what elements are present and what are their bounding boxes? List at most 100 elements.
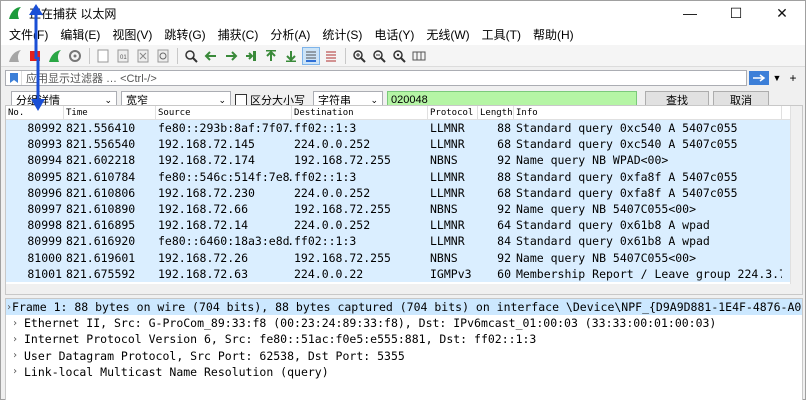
zoom-in-icon[interactable] xyxy=(351,48,367,64)
packet-list[interactable]: No. Time Source Destination Protocol Len… xyxy=(5,105,803,295)
cell-dst: ff02::1:3 xyxy=(294,234,357,249)
cell-info: Name query NB 5407C055<00> xyxy=(516,201,697,216)
reload-icon[interactable] xyxy=(155,48,171,64)
toolbar-separator xyxy=(89,47,90,64)
cell-len: 84 xyxy=(497,234,511,249)
menu-capture[interactable]: 捕获(C) xyxy=(212,25,265,45)
cell-len: 60 xyxy=(497,266,511,281)
menu-wireless[interactable]: 无线(W) xyxy=(420,25,475,45)
menu-view[interactable]: 视图(V) xyxy=(106,25,158,45)
cell-info: Standard query 0xfa8f A 5407c055 xyxy=(516,185,738,200)
menu-help[interactable]: 帮助(H) xyxy=(527,25,580,45)
go-back-icon[interactable] xyxy=(203,48,219,64)
cell-src: 192.168.72.230 xyxy=(158,185,255,200)
cell-src: 192.168.72.14 xyxy=(158,218,249,233)
resize-columns-icon[interactable] xyxy=(411,48,427,64)
table-row[interactable]: 80998 821.616895 192.168.72.14 224.0.0.252 L… xyxy=(6,217,802,234)
table-row[interactable]: 80999 821.616920 fe80::6460:18a3:e8d… ff02:… xyxy=(6,233,802,250)
table-row[interactable]: 80996 821.610806 192.168.72.230 224.0.0.252… xyxy=(6,184,802,201)
restart-capture-icon[interactable] xyxy=(47,48,63,64)
col-source[interactable]: Source xyxy=(156,106,292,119)
menu-go[interactable]: 跳转(G) xyxy=(158,25,211,45)
filter-history-dropdown-icon[interactable]: ▼ xyxy=(769,70,785,86)
cell-no: 81001 xyxy=(27,266,62,281)
go-to-packet-icon[interactable] xyxy=(243,48,259,64)
detail-tree-label: Ethernet II, Src: G-ProCom_89:33:f8 (00:… xyxy=(24,316,717,331)
cell-dst: 224.0.0.252 xyxy=(294,185,371,200)
packet-list-header: No. Time Source Destination Protocol Len… xyxy=(6,106,802,120)
cell-src: fe80::546c:514f:7e8… xyxy=(158,169,292,184)
cell-proto: LLMNR xyxy=(430,137,465,152)
close-button[interactable]: ✕ xyxy=(759,1,805,25)
cell-time: 821.556410 xyxy=(66,121,136,135)
col-destination[interactable]: Destination xyxy=(292,106,428,119)
apply-filter-arrow-icon[interactable] xyxy=(749,71,769,85)
col-info[interactable]: Info xyxy=(514,106,782,119)
cell-src: fe80::293b:8af:7f07… xyxy=(158,121,292,135)
detail-tree-item[interactable]: › Link-local Multicast Name Resolution (q… xyxy=(6,364,802,380)
table-row[interactable]: 81000 821.619601 192.168.72.26 192.168.72.2… xyxy=(6,249,802,266)
menu-analyze[interactable]: 分析(A) xyxy=(264,25,316,45)
table-row[interactable]: 80994 821.602218 192.168.72.174 192.168.72.… xyxy=(6,152,802,169)
colorize-icon[interactable] xyxy=(323,48,339,64)
start-capture-icon[interactable] xyxy=(7,48,23,64)
find-packet-icon[interactable] xyxy=(183,48,199,64)
chevron-right-icon[interactable]: › xyxy=(6,350,24,361)
detail-tree-item[interactable]: › Internet Protocol Version 6, Src: fe80:… xyxy=(6,331,802,347)
table-row[interactable]: 80995 821.610784 fe80::546c:514f:7e8… ff02:… xyxy=(6,168,802,185)
zoom-out-icon[interactable] xyxy=(371,48,387,64)
cell-dst: 192.168.72.255 xyxy=(294,201,391,216)
col-protocol[interactable]: Protocol xyxy=(428,106,478,119)
first-packet-icon[interactable] xyxy=(263,48,279,64)
table-row[interactable]: 81001 821.675592 192.168.72.63 224.0.0.22 IG… xyxy=(6,265,802,282)
bookmark-icon[interactable] xyxy=(6,71,22,85)
stop-capture-icon[interactable] xyxy=(27,48,43,64)
cell-len: 92 xyxy=(497,201,511,216)
autoscroll-icon[interactable] xyxy=(302,46,320,65)
menu-file[interactable]: 文件(F) xyxy=(3,25,54,45)
last-packet-icon[interactable] xyxy=(283,48,299,64)
cell-no: 80998 xyxy=(27,218,62,233)
cell-dst: 224.0.0.252 xyxy=(294,218,371,233)
capture-options-icon[interactable] xyxy=(67,48,83,64)
cell-src: 192.168.72.66 xyxy=(158,201,249,216)
chevron-right-icon[interactable]: › xyxy=(6,366,24,377)
table-row[interactable]: 80997 821.610890 192.168.72.66 192.168.72.2… xyxy=(6,200,802,218)
chevron-right-icon[interactable]: › xyxy=(6,318,24,329)
display-filter-input[interactable]: 应用显示过滤器 … <Ctrl-/> xyxy=(5,70,747,86)
cell-src: fe80::6460:18a3:e8d… xyxy=(158,234,292,249)
minimize-button[interactable]: — xyxy=(667,1,713,25)
close-file-icon[interactable] xyxy=(135,48,151,64)
col-no[interactable]: No. xyxy=(6,106,64,119)
cell-len: 88 xyxy=(497,169,511,184)
chevron-right-icon[interactable]: › xyxy=(6,334,24,345)
menu-edit[interactable]: 编辑(E) xyxy=(54,25,106,45)
add-filter-button-icon[interactable]: + xyxy=(785,70,801,86)
detail-tree-item[interactable]: › Frame 1: 88 bytes on wire (704 bits), 8… xyxy=(6,299,802,316)
cell-no: 80995 xyxy=(27,169,62,184)
maximize-button[interactable]: ☐ xyxy=(713,1,759,25)
window-title: 正在捕获 以太网 xyxy=(29,6,117,21)
main-toolbar: 01 xyxy=(1,45,805,67)
detail-tree-item[interactable]: › Ethernet II, Src: G-ProCom_89:33:f8 (00… xyxy=(6,315,802,331)
menu-tools[interactable]: 工具(T) xyxy=(476,25,527,45)
table-row[interactable]: 80992 821.556410 fe80::293b:8af:7f07… ff02:… xyxy=(6,120,802,137)
open-file-icon[interactable] xyxy=(95,48,111,64)
detail-tree-label: Link-local Multicast Name Resolution (qu… xyxy=(24,364,329,379)
menu-telephony[interactable]: 电话(Y) xyxy=(368,25,420,45)
packet-list-horizontal-scrollbar[interactable] xyxy=(6,284,802,294)
menu-statistics[interactable]: 统计(S) xyxy=(316,25,368,45)
detail-tree-item[interactable]: › User Datagram Protocol, Src Port: 62538… xyxy=(6,348,802,364)
packet-list-vertical-scrollbar[interactable] xyxy=(790,106,802,294)
normal-size-icon[interactable] xyxy=(391,48,407,64)
toolbar-separator xyxy=(345,47,346,64)
go-forward-icon[interactable] xyxy=(223,48,239,64)
cell-time: 821.610890 xyxy=(66,201,136,216)
save-file-icon[interactable]: 01 xyxy=(115,48,131,64)
table-row[interactable]: 80993 821.556540 192.168.72.145 224.0.0.252… xyxy=(6,136,802,153)
col-length[interactable]: Length xyxy=(478,106,514,119)
packet-details-pane[interactable]: › Frame 1: 88 bytes on wire (704 bits), 8… xyxy=(5,298,803,400)
detail-tree-label: User Datagram Protocol, Src Port: 62538,… xyxy=(24,348,405,363)
col-time[interactable]: Time xyxy=(64,106,156,119)
cell-proto: LLMNR xyxy=(430,185,465,200)
